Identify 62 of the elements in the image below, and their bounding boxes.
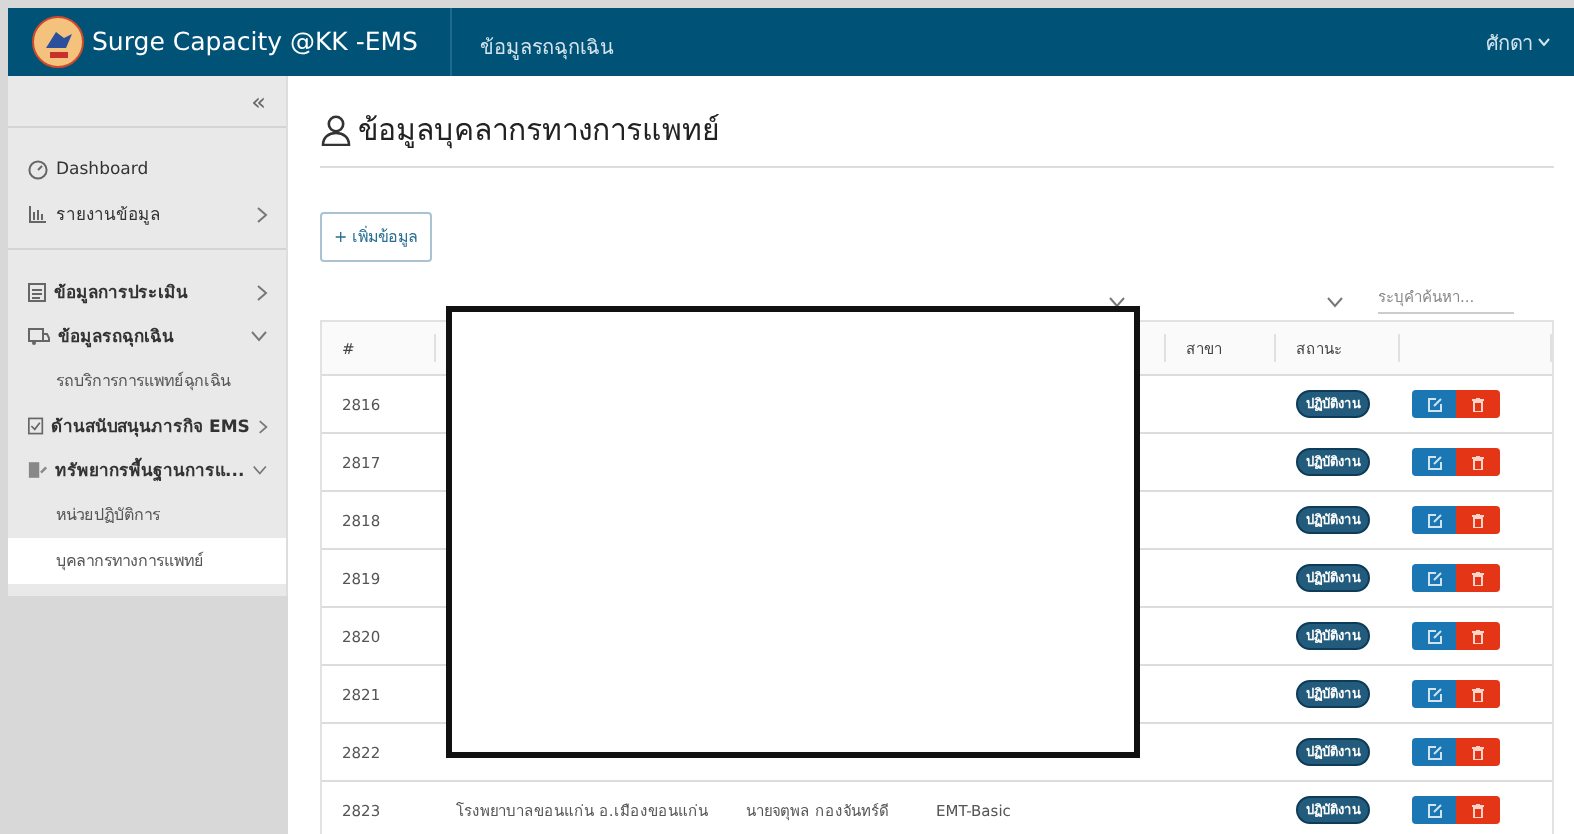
edit-icon	[1427, 629, 1441, 643]
sidebar-item[interactable]: ข้อมูลการประเมิน	[8, 270, 286, 314]
caret-icon	[1538, 38, 1550, 46]
edit-icon	[1427, 571, 1441, 585]
delete-button[interactable]	[1456, 390, 1500, 418]
page-title: ข้อมูลบุคลากรทางการแพทย์	[358, 110, 720, 153]
edit-icon	[1427, 513, 1441, 527]
user-icon	[320, 114, 352, 146]
delete-button[interactable]	[1456, 506, 1500, 534]
sidebar-item[interactable]: Dashboard	[8, 148, 286, 192]
sidebar-item[interactable]: ด้านสนับสนุนภารกิจ EMS	[8, 404, 286, 448]
chevron-down-icon	[252, 464, 268, 476]
edit-icon	[1427, 455, 1441, 469]
sidebar-item[interactable]: รายงานข้อมูล	[8, 192, 286, 236]
add-button[interactable]: + เพิ่มข้อมูล	[320, 212, 433, 262]
trash-icon	[1472, 397, 1484, 411]
trash-icon	[1472, 687, 1484, 701]
trash-icon	[1472, 745, 1484, 759]
edit-button[interactable]	[1412, 448, 1456, 476]
edit-button[interactable]	[1412, 564, 1456, 592]
bar-chart-icon	[28, 204, 48, 224]
logo-icon[interactable]	[32, 16, 84, 68]
edit-button[interactable]	[1412, 506, 1456, 534]
user-menu[interactable]: ศักดา	[1474, 25, 1562, 59]
sidebar-subitem[interactable]: บุคลากรทางการแพทย์	[8, 538, 286, 584]
chevron-right-icon	[257, 417, 268, 435]
gauge-icon	[28, 160, 48, 180]
delete-button[interactable]	[1456, 564, 1500, 592]
edit-button[interactable]	[1412, 738, 1456, 766]
chevron-down-icon	[1107, 296, 1125, 308]
nav-link[interactable]: ข้อมูลรถฉุกเฉิน	[479, 31, 614, 61]
delete-button[interactable]	[1456, 622, 1500, 650]
checklist-icon	[28, 416, 44, 436]
trash-icon	[1472, 803, 1484, 817]
delete-button[interactable]	[1456, 796, 1500, 824]
sidebar-item[interactable]: ข้อมูลรถฉุกเฉิน	[8, 314, 286, 358]
clipboard-icon	[28, 282, 46, 302]
chevron-down-icon	[250, 330, 268, 342]
edit-button[interactable]	[1412, 680, 1456, 708]
document-icon	[28, 460, 48, 480]
trash-icon	[1472, 455, 1484, 469]
chevron-right-icon	[256, 283, 268, 301]
sidebar-item[interactable]: ทรัพยากรพื้นฐานการแ...	[8, 448, 286, 492]
trash-icon	[1472, 571, 1484, 585]
edit-button[interactable]	[1412, 622, 1456, 650]
chevron-down-icon	[1325, 296, 1343, 308]
chevron-right-icon	[256, 205, 268, 223]
edit-icon	[1427, 803, 1441, 817]
edit-button[interactable]	[1412, 796, 1456, 824]
vehicle-icon	[28, 326, 50, 346]
delete-button[interactable]	[1456, 680, 1500, 708]
edit-icon	[1427, 687, 1441, 701]
delete-button[interactable]	[1456, 738, 1500, 766]
edit-icon	[1427, 397, 1441, 411]
collapse-button[interactable]: «	[251, 87, 266, 115]
sidebar-subitem[interactable]: รถบริการการแพทย์ฉุกเฉิน	[8, 358, 286, 404]
edit-icon	[1427, 745, 1441, 759]
sidebar-subitem[interactable]: หน่วยปฏิบัติการ	[8, 492, 286, 538]
delete-button[interactable]	[1456, 448, 1500, 476]
edit-button[interactable]	[1412, 390, 1456, 418]
trash-icon	[1472, 629, 1484, 643]
trash-icon	[1472, 513, 1484, 527]
